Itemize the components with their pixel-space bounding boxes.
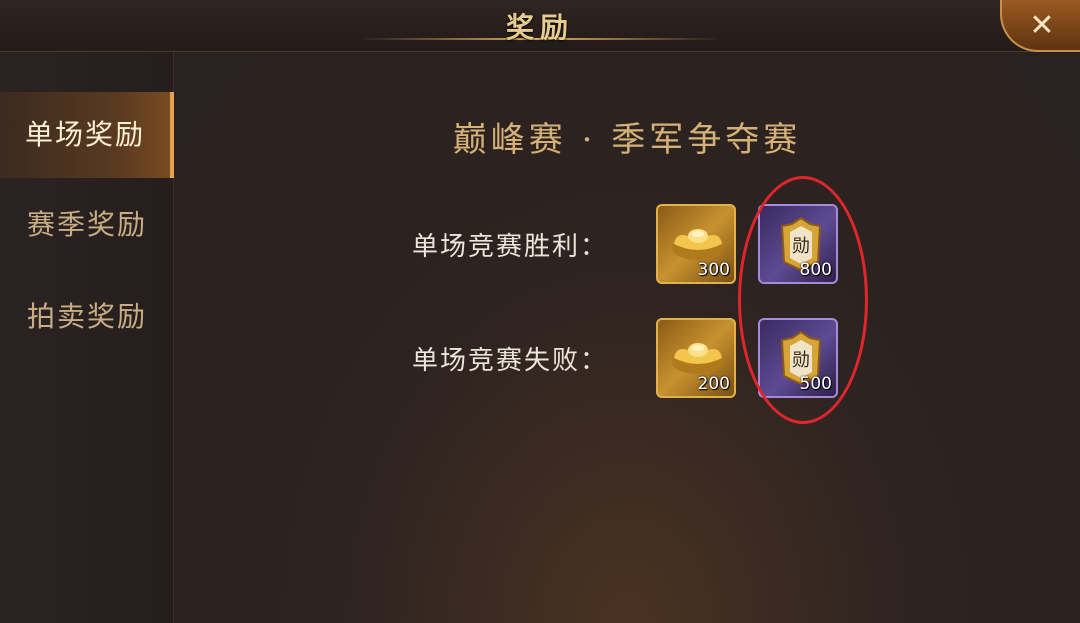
- tab-single-match-reward[interactable]: 单场奖励: [0, 92, 174, 178]
- match-title: 巅峰赛 · 季军争夺赛: [452, 120, 802, 160]
- tab-season-reward[interactable]: 赛季奖励: [0, 182, 174, 268]
- window-title: 奖励: [505, 11, 574, 44]
- reward-quantity: 200: [697, 374, 730, 394]
- title-bar: 奖励 ✕: [0, 0, 1080, 52]
- close-icon[interactable]: ✕: [1002, 8, 1080, 44]
- reward-window: 奖励 ✕ 单场奖励 赛季奖励 拍卖奖励 巅峰赛 · 季军争夺赛 单场竞赛胜利： …: [0, 0, 1080, 623]
- win-reward-label: 单场竞赛胜利：: [412, 232, 609, 262]
- tab-auction-reward[interactable]: 拍卖奖励: [0, 274, 174, 360]
- sidebar: 单场奖励 赛季奖励 拍卖奖励: [0, 52, 174, 623]
- red-highlight-circle: [738, 176, 868, 424]
- loss-reward-label: 单场竞赛失败：: [412, 346, 609, 376]
- tab-label: 赛季奖励: [26, 208, 147, 241]
- gold-ingot-icon: [672, 229, 724, 260]
- reward-quantity: 300: [697, 260, 730, 280]
- tab-label: 单场奖励: [24, 118, 145, 151]
- reward-item-gold-ingot[interactable]: 200: [656, 318, 736, 398]
- tab-label: 拍卖奖励: [26, 300, 147, 333]
- reward-item-gold-ingot[interactable]: 300: [656, 204, 736, 284]
- gold-ingot-icon: [672, 343, 724, 374]
